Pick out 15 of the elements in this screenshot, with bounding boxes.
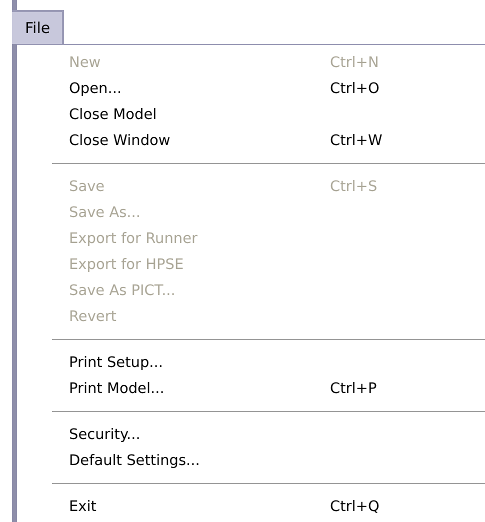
shortcut-label: Ctrl+S [330,179,378,195]
menu-item[interactable]: Print Model... Ctrl+P [17,376,485,402]
shortcut-label: Ctrl+O [330,81,380,97]
shortcut-label: Ctrl+Q [330,499,380,515]
menu-item[interactable]: Exit Ctrl+Q [17,494,485,520]
shortcut-label: Ctrl+N [330,55,380,71]
menu-item[interactable]: Open... Ctrl+O [17,76,485,102]
menu-item[interactable]: Close Window Ctrl+W [17,128,485,154]
menu-item[interactable]: Security... [17,422,485,448]
menu-item[interactable]: Default Settings... [17,448,485,474]
menu-item[interactable]: Close Model [17,102,485,128]
shortcut-label: Ctrl+W [330,133,384,149]
menu-title[interactable]: File [12,10,64,44]
menu-item[interactable]: Print Setup... [17,350,485,376]
shortcut-label: Ctrl+P [330,381,378,397]
